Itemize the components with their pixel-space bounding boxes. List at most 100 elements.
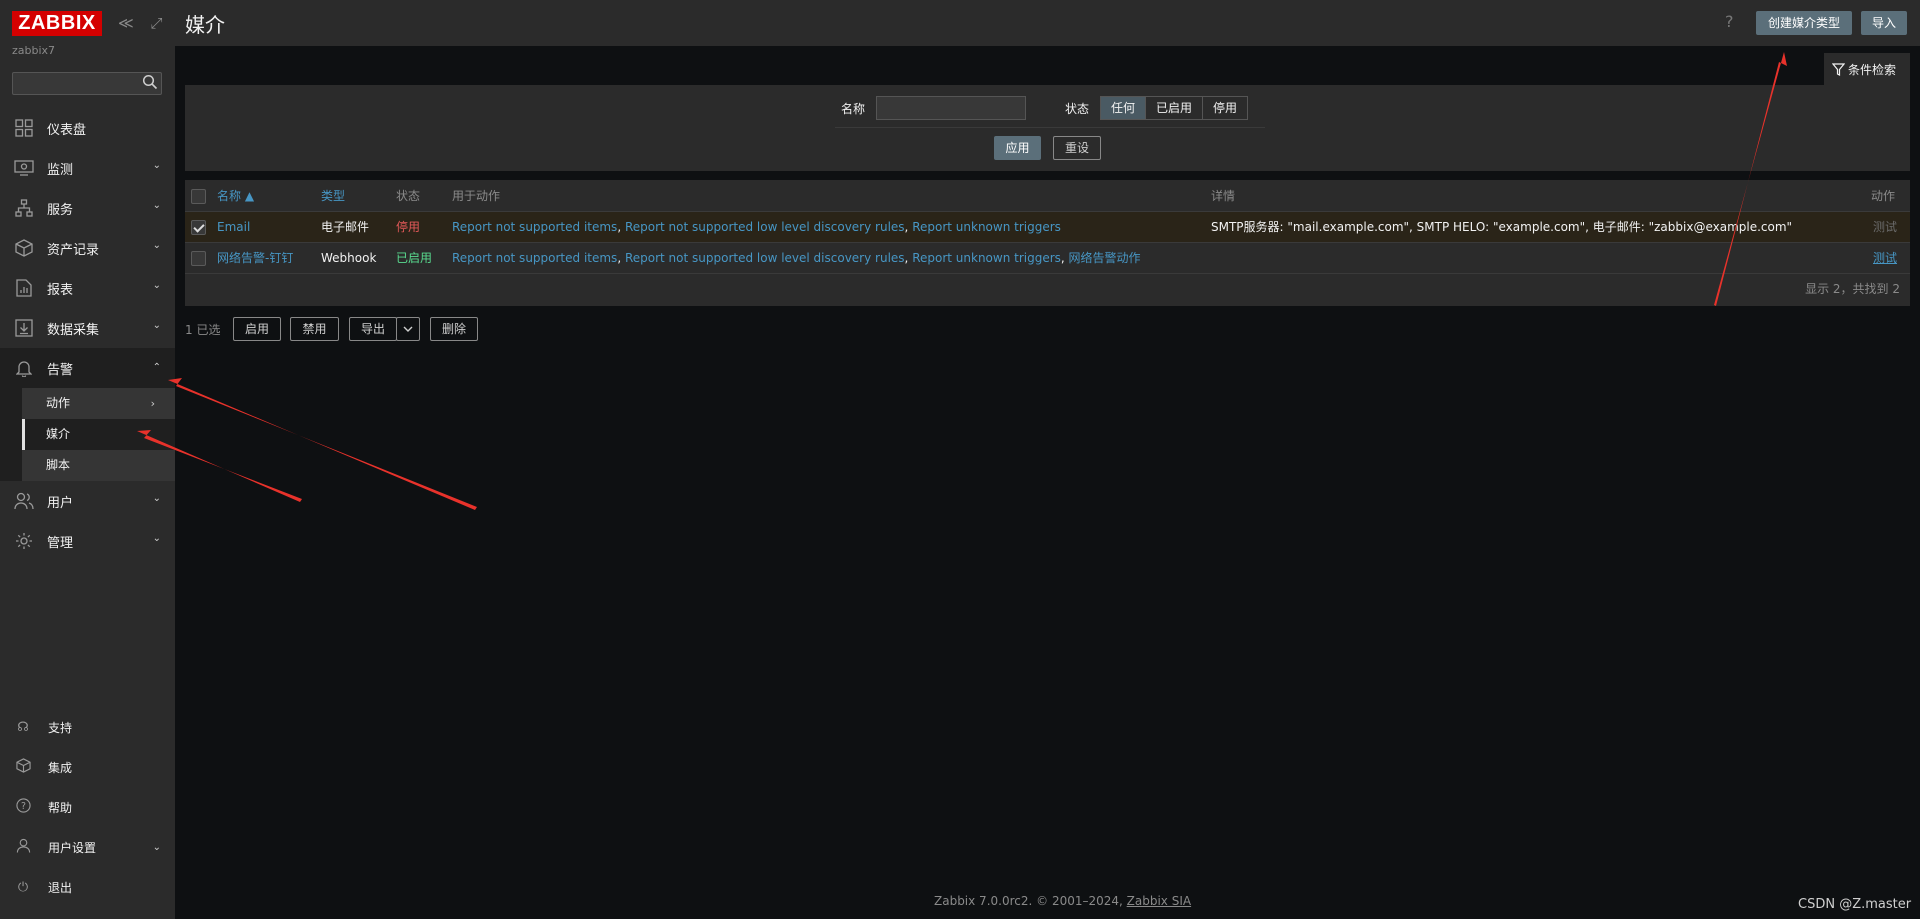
media-details: SMTP服务器: "mail.example.com", SMTP HELO: … [1211,220,1793,234]
row-checkbox[interactable] [191,251,206,266]
menu-item-user-settings[interactable]: 用户设置 ⌄ [0,827,175,867]
user-icon [14,838,32,857]
status-toggle[interactable]: 已启用 [396,243,432,273]
filter-panel: 名称 状态 任何 已启用 停用 应用 重设 [185,85,1910,171]
row-checkbox[interactable] [191,220,206,235]
column-status-header: 状态 [396,189,421,203]
action-link[interactable]: Report not supported low level discovery… [625,251,905,265]
media-type: 电子邮件 [321,220,370,234]
export-dropdown-button[interactable] [396,317,420,341]
selected-count: 1 已选 [185,323,221,337]
page-header: 媒介 ? 创建媒介类型 导入 [175,0,1920,46]
enable-button[interactable]: 启用 [233,317,281,341]
zabbix-logo[interactable]: ZABBIX [12,11,102,36]
menu-label: 告警 [47,362,74,378]
menu-label: 用户 [47,495,74,511]
column-type-header[interactable]: 类型 [321,181,345,211]
menu-item-alerts[interactable]: 告警 ⌃ [0,348,175,388]
reports-icon [14,278,34,298]
annotation-arrow-alerts [168,378,477,510]
import-button[interactable]: 导入 [1861,11,1907,35]
chevron-down-icon: ⌄ [152,493,161,504]
action-link[interactable]: Report not supported items [452,220,617,234]
chevron-down-icon: ⌄ [152,200,161,211]
menu-item-support[interactable]: ☊ 支持 [0,707,175,747]
submenu-label: 脚本 [46,458,71,472]
action-link[interactable]: Report unknown triggers [912,251,1061,265]
select-all-checkbox[interactable] [191,189,206,204]
data-collection-icon [14,318,34,338]
create-media-type-button[interactable]: 创建媒介类型 [1756,11,1852,35]
menu-label: 帮助 [48,800,73,815]
menu-item-reports[interactable]: 报表 ⌄ [0,268,175,308]
status-option-enabled[interactable]: 已启用 [1146,97,1204,119]
footer-text: Zabbix 7.0.0rc2. © 2001–2024, [934,894,1127,908]
media-types-table: 名称 ▲ 类型 状态 用于动作 详情 动作 Email 电子邮件 停用 Repo… [185,180,1910,306]
media-name-link[interactable]: Email [217,212,250,242]
monitoring-icon [14,158,34,178]
menu-item-data-collection[interactable]: 数据采集 ⌄ [0,308,175,348]
test-link-disabled: 测试 [1873,220,1898,234]
menu-item-help[interactable]: ? 帮助 [0,787,175,827]
action-link[interactable]: Report not supported low level discovery… [625,220,905,234]
bell-icon [14,358,34,378]
bottom-menu: ☊ 支持 集成 ? 帮助 用户设置 ⌄ ⏻ 退出 [0,707,175,907]
action-link[interactable]: 网络告警动作 [1069,251,1141,265]
chevron-up-icon: ⌃ [152,362,161,373]
menu-label: 资产记录 [47,242,100,258]
action-link[interactable]: Report unknown triggers [912,220,1061,234]
table-result-count: 显示 2，共找到 2 [1805,282,1900,296]
page-title: 媒介 [185,13,225,37]
status-segmented-control: 任何 已启用 停用 [1100,96,1249,120]
submenu-label: 动作 [46,396,71,410]
menu-label: 服务 [47,202,74,218]
menu-item-dashboard[interactable]: 仪表盘 [0,108,175,148]
collapse-sidebar-icon[interactable]: ≪ ⤢ [118,14,168,32]
filter-tab[interactable]: 条件检索 [1824,53,1910,85]
search-icon[interactable] [142,74,158,93]
export-button[interactable]: 导出 [349,317,397,341]
status-option-any[interactable]: 任何 [1101,97,1147,119]
reset-button[interactable]: 重设 [1053,136,1101,160]
menu-label: 管理 [47,535,74,551]
menu-label: 仪表盘 [47,122,87,138]
status-toggle[interactable]: 停用 [396,212,420,242]
menu-item-sign-out[interactable]: ⏻ 退出 [0,867,175,907]
name-filter-input[interactable] [876,96,1026,120]
column-name-header[interactable]: 名称 ▲ [217,181,254,211]
menu-label: 数据采集 [47,322,100,338]
help-icon[interactable]: ? [1725,12,1734,31]
inventory-icon [14,238,34,258]
menu-item-services[interactable]: 服务 ⌄ [0,188,175,228]
test-link[interactable]: 测试 [1873,243,1897,273]
power-icon: ⏻ [17,879,29,895]
menu-label: 监测 [47,162,74,178]
disable-button[interactable]: 禁用 [290,317,339,341]
media-name-link[interactable]: 网络告警-钉钉 [217,243,293,273]
status-option-disabled[interactable]: 停用 [1203,97,1248,119]
chevron-down-icon: ⌄ [152,841,161,853]
users-icon [14,491,34,511]
integrations-icon [14,757,32,777]
server-name: zabbix7 [12,44,56,57]
chevron-down-icon: ⌄ [152,160,161,171]
dashboard-icon [14,118,34,138]
used-in-actions: Report not supported items, Report not s… [452,251,1141,265]
company-link[interactable]: Zabbix SIA [1127,894,1191,908]
menu-item-administration[interactable]: 管理 ⌄ [0,521,175,561]
submenu-item-actions[interactable]: 动作 › [22,388,175,419]
sidebar-search-input[interactable] [12,72,162,95]
action-link[interactable]: Report not supported items [452,251,617,265]
table-header-row: 名称 ▲ 类型 状态 用于动作 详情 动作 [185,180,1910,212]
submenu-item-scripts[interactable]: 脚本 [22,450,175,481]
menu-item-monitoring[interactable]: 监测 ⌄ [0,148,175,188]
delete-button[interactable]: 删除 [430,317,478,341]
main-menu: 仪表盘 监测 ⌄ 服务 ⌄ 资产记录 ⌄ 报表 ⌄ 数据采集 ⌄ 告警 ⌃ 动作… [0,108,175,561]
menu-item-integrations[interactable]: 集成 [0,747,175,787]
menu-label: 退出 [48,880,73,895]
apply-button[interactable]: 应用 [994,136,1041,160]
submenu-label: 媒介 [46,427,71,441]
menu-item-users[interactable]: 用户 ⌄ [0,481,175,521]
menu-item-inventory[interactable]: 资产记录 ⌄ [0,228,175,268]
submenu-item-media[interactable]: 媒介 [22,419,175,450]
